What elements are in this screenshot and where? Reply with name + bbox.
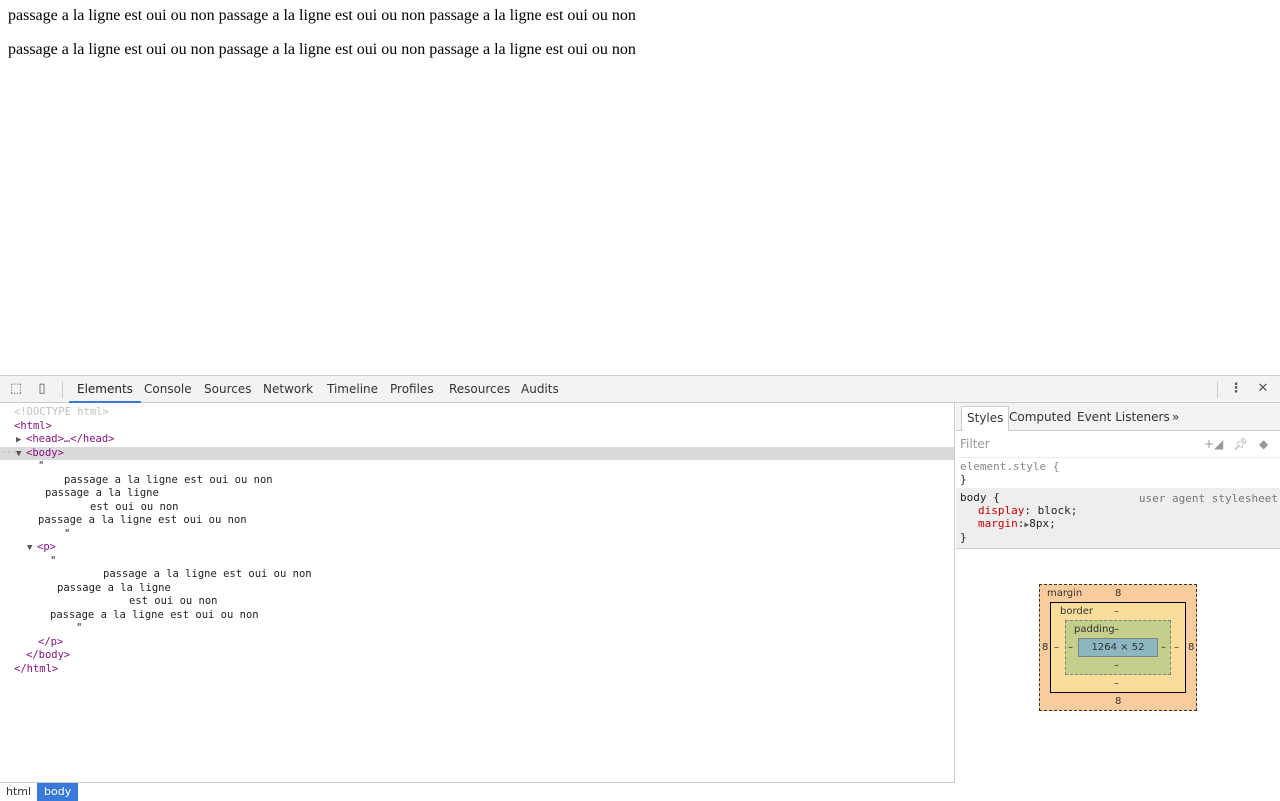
more-tabs-icon[interactable]: » (1167, 406, 1184, 431)
text-node-line[interactable]: passage a la ligne est oui ou non (0, 568, 954, 582)
body-style-rule: body { user agent stylesheet display: bl… (956, 489, 1280, 549)
element-style-selector: element.style { (960, 460, 1060, 473)
more-menu-icon[interactable]: ⋮ (1228, 381, 1244, 397)
body-node[interactable]: <body> (26, 447, 64, 459)
tab-network[interactable]: Network (263, 376, 313, 403)
pin-icon[interactable]: 📌︎ (1229, 431, 1248, 458)
p-close-node[interactable]: </p> (38, 636, 63, 648)
collapse-triangle-icon[interactable]: ▼ (16, 448, 26, 462)
padding-left: – (1068, 642, 1073, 653)
border-right: – (1174, 642, 1179, 653)
text-node-line[interactable]: passage a la ligne est oui ou non (0, 514, 954, 528)
devtools-panel: ⬚ ▯ Elements Console Sources Network Tim… (0, 375, 1280, 801)
close-icon[interactable]: ✕ (1255, 381, 1271, 397)
sidebar-tabs: Styles Computed Event Listeners » (956, 403, 1280, 431)
closing-brace: } (960, 473, 967, 486)
divider (1217, 381, 1218, 398)
device-mode-icon[interactable]: ▯ (34, 381, 50, 397)
breadcrumb-body[interactable]: body (37, 783, 79, 801)
new-style-rule-icon[interactable]: +◢ (1200, 431, 1223, 458)
doctype-node[interactable]: <!DOCTYPE html> (14, 406, 109, 418)
padding-label: padding (1074, 624, 1115, 635)
tab-console[interactable]: Console (144, 376, 192, 403)
border-left: – (1054, 642, 1059, 653)
margin-label: margin (1047, 588, 1083, 599)
collapse-triangle-icon[interactable]: ▼ (27, 542, 37, 556)
toggle-element-state-icon[interactable]: ◆ (1255, 431, 1268, 458)
box-model-content[interactable]: 1264 × 52 (1078, 638, 1158, 657)
html-node[interactable]: <html> (14, 420, 52, 432)
inspect-element-icon[interactable]: ⬚ (8, 381, 24, 397)
tab-resources[interactable]: Resources (449, 376, 510, 403)
border-bottom: – (1114, 678, 1119, 689)
text-node-quote: " (64, 527, 71, 540)
text-node-line[interactable]: passage a la ligne est oui ou non (0, 609, 954, 623)
style-property[interactable]: margin:▶8px; (960, 517, 1276, 531)
text-node-line[interactable]: passage a la ligne (0, 487, 954, 501)
closing-brace: } (960, 531, 967, 544)
text-node-quote: " (38, 460, 45, 472)
head-node[interactable]: <head>…</head> (26, 433, 115, 445)
margin-left: 8 (1042, 642, 1049, 653)
margin-right: 8 (1188, 642, 1195, 653)
text-node-line[interactable]: est oui ou non (0, 595, 954, 609)
margin-top: 8 (1115, 588, 1122, 599)
html-close-node[interactable]: </html> (14, 663, 58, 675)
text-node-line[interactable]: est oui ou non (0, 501, 954, 515)
text-node-line[interactable]: passage a la ligne est oui ou non (0, 474, 954, 488)
text-node-quote: " (76, 622, 83, 634)
style-property[interactable]: display: block; (960, 504, 1276, 517)
dom-tree: <!DOCTYPE html> <html> ▶ <head>…</head> ·… (0, 403, 954, 676)
breadcrumb: html body (0, 782, 955, 801)
border-label: border (1060, 606, 1094, 617)
element-style-rule[interactable]: element.style { } (956, 458, 1280, 489)
expand-triangle-icon[interactable]: ▶ (16, 434, 26, 448)
border-top: – (1114, 606, 1119, 617)
text-node-quote: " (50, 554, 57, 567)
tab-elements[interactable]: Elements (69, 376, 141, 403)
padding-right: – (1161, 642, 1166, 653)
tab-profiles[interactable]: Profiles (390, 376, 434, 403)
elements-panel: <!DOCTYPE html> <html> ▶ <head>…</head> ·… (0, 403, 955, 801)
rendered-page: passage a la ligne est oui ou non passag… (0, 0, 1280, 375)
rule-source: user agent stylesheet (1138, 492, 1278, 505)
p-node[interactable]: <p> (37, 541, 56, 553)
padding-top: – (1114, 624, 1119, 635)
tab-audits[interactable]: Audits (521, 376, 559, 403)
devtools-toolbar: ⬚ ▯ Elements Console Sources Network Tim… (0, 376, 1280, 403)
tab-computed[interactable]: Computed (1004, 406, 1076, 431)
divider (62, 381, 63, 398)
styles-sidebar: Styles Computed Event Listeners » Filter… (956, 403, 1280, 801)
page-paragraph: passage a la ligne est oui ou non passag… (8, 41, 636, 58)
more-dots-icon[interactable]: ··· (1, 447, 17, 461)
text-node-line[interactable]: passage a la ligne (0, 582, 954, 596)
page-text-line: passage a la ligne est oui ou non passag… (8, 7, 636, 24)
body-close-node[interactable]: </body> (26, 649, 70, 661)
tab-timeline[interactable]: Timeline (327, 376, 378, 403)
tab-styles[interactable]: Styles (961, 406, 1010, 431)
margin-bottom: 8 (1115, 696, 1122, 707)
breadcrumb-html[interactable]: html (0, 783, 37, 801)
padding-bottom: – (1114, 660, 1119, 671)
tab-event-listeners[interactable]: Event Listeners (1072, 406, 1175, 431)
tab-sources[interactable]: Sources (204, 376, 251, 403)
